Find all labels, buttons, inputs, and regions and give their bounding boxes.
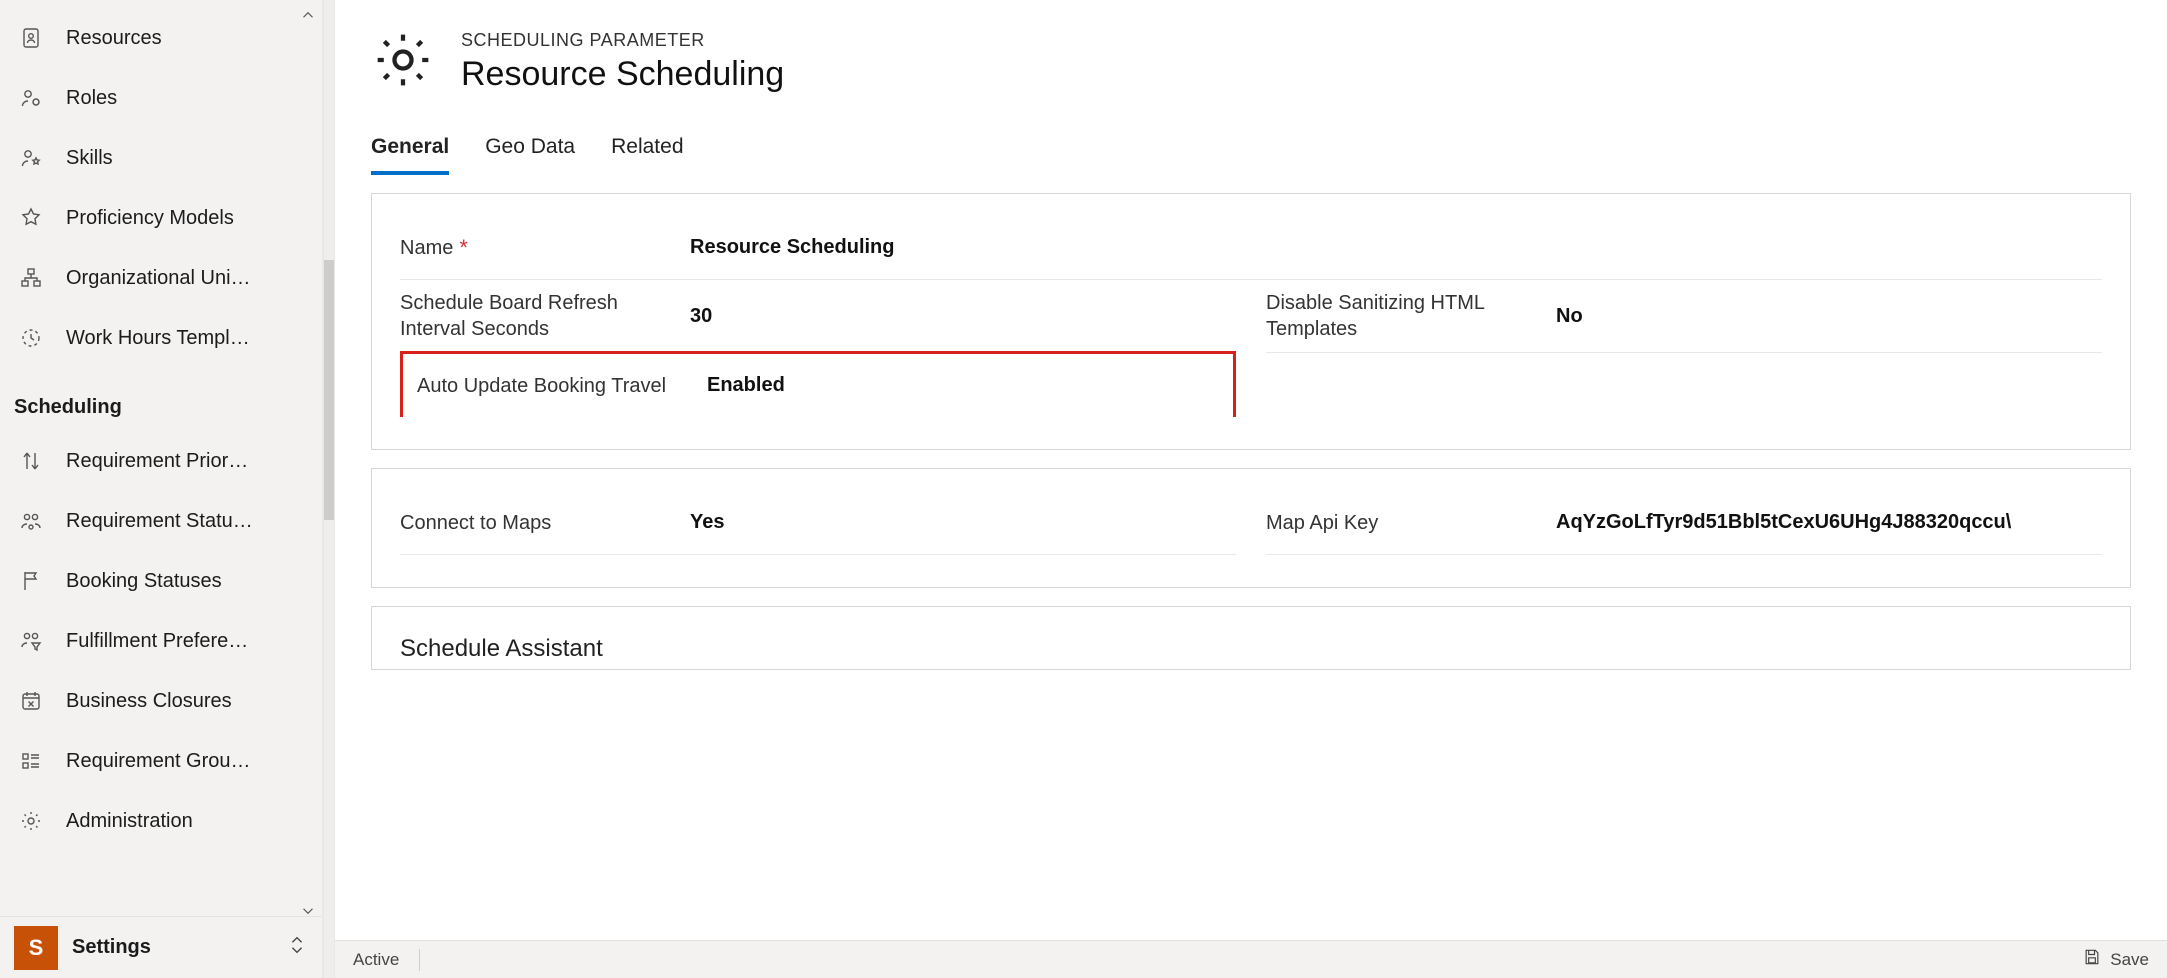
- sidebar-item-label: Requirement Prior…: [66, 450, 304, 473]
- field-disable-sanitizing[interactable]: Disable Sanitizing HTML Templates No: [1266, 280, 2102, 353]
- tab-related[interactable]: Related: [611, 135, 683, 175]
- content-scrollbar[interactable]: [324, 0, 334, 978]
- sidebar-scroll-area[interactable]: Resources Roles Skills Proficiency Model…: [0, 0, 322, 916]
- field-refresh-interval[interactable]: Schedule Board Refresh Interval Seconds …: [400, 280, 1236, 353]
- record-header: SCHEDULING PARAMETER Resource Scheduling: [371, 0, 2131, 109]
- sidebar-item-requirement-statuses[interactable]: Requirement Statu…: [0, 491, 322, 551]
- up-down-arrow-icon: [18, 448, 44, 474]
- area-name: Settings: [72, 936, 272, 959]
- sidebar-item-requirement-groups[interactable]: Requirement Grou…: [0, 731, 322, 791]
- area-letter-badge: S: [14, 926, 58, 970]
- sidebar-item-business-closures[interactable]: Business Closures: [0, 671, 322, 731]
- field-label: Disable Sanitizing HTML Templates: [1266, 290, 1556, 342]
- person-cog-icon: [18, 85, 44, 111]
- sidebar-item-resources[interactable]: Resources: [0, 8, 322, 68]
- save-label: Save: [2110, 950, 2149, 970]
- sidebar-item-label: Requirement Grou…: [66, 750, 304, 773]
- field-value[interactable]: AqYzGoLfTyr9d51Bbl5tCexU6UHg4J88320qccu\: [1556, 511, 2102, 534]
- gear-icon: [18, 808, 44, 834]
- sidebar-section-scheduling: Scheduling: [0, 368, 322, 431]
- clock-dashed-icon: [18, 325, 44, 351]
- flag-icon: [18, 568, 44, 594]
- field-label: Name *: [400, 235, 690, 261]
- sidebar-item-label: Resources: [66, 27, 304, 50]
- sidebar-item-skills[interactable]: Skills: [0, 128, 322, 188]
- field-label: Map Api Key: [1266, 510, 1556, 536]
- area-switcher[interactable]: S Settings: [0, 916, 322, 978]
- requirement-list-icon: [18, 748, 44, 774]
- form-tabs: General Geo Data Related: [371, 109, 2131, 175]
- status-bar: Active Save: [335, 940, 2167, 978]
- sidebar-item-requirement-priorities[interactable]: Requirement Prior…: [0, 431, 322, 491]
- panel-maps: Connect to Maps Yes Map Api Key AqYzGoLf…: [371, 468, 2131, 588]
- field-connect-to-maps[interactable]: Connect to Maps Yes: [400, 491, 1236, 555]
- star-icon: [18, 205, 44, 231]
- field-value[interactable]: Enabled: [707, 374, 1219, 397]
- people-status-icon: [18, 508, 44, 534]
- panel-general: Name * Resource Scheduling Schedule Boar…: [371, 193, 2131, 450]
- scrollbar-thumb[interactable]: [324, 260, 334, 520]
- sidebar-item-label: Requirement Statu…: [66, 510, 304, 533]
- person-star-icon: [18, 145, 44, 171]
- tab-geo-data[interactable]: Geo Data: [485, 135, 575, 175]
- required-asterisk-icon: *: [459, 237, 468, 259]
- record-gear-icon: [371, 28, 435, 97]
- people-filter-icon: [18, 628, 44, 654]
- section-heading-schedule-assistant: Schedule Assistant: [400, 629, 2102, 663]
- tab-general[interactable]: General: [371, 135, 449, 175]
- sidebar-item-label: Skills: [66, 147, 304, 170]
- sidebar-scroll-down[interactable]: [297, 900, 319, 922]
- app-shell: Resources Roles Skills Proficiency Model…: [0, 0, 2167, 978]
- field-map-api-key[interactable]: Map Api Key AqYzGoLfTyr9d51Bbl5tCexU6UHg…: [1266, 491, 2102, 555]
- clipboard-person-icon: [18, 25, 44, 51]
- record-status: Active: [353, 950, 399, 970]
- save-icon: [2082, 947, 2102, 972]
- sidebar-item-label: Organizational Uni…: [66, 267, 304, 290]
- sidebar-item-label: Booking Statuses: [66, 570, 304, 593]
- sidebar-item-label: Administration: [66, 810, 304, 833]
- record-entity-label: SCHEDULING PARAMETER: [461, 30, 784, 51]
- area-switcher-chevrons-icon: [286, 934, 308, 962]
- sidebar-item-fulfillment-preferences[interactable]: Fulfillment Prefere…: [0, 611, 322, 671]
- sidebar-scroll-up[interactable]: [297, 4, 319, 26]
- panel-schedule-assistant: Schedule Assistant: [371, 606, 2131, 670]
- sidebar-item-booking-statuses[interactable]: Booking Statuses: [0, 551, 322, 611]
- field-label: Connect to Maps: [400, 510, 690, 536]
- field-empty: [1266, 353, 2102, 417]
- sidebar-item-label: Fulfillment Prefere…: [66, 630, 304, 653]
- field-value[interactable]: No: [1556, 305, 2102, 328]
- field-value[interactable]: 30: [690, 305, 1236, 328]
- sidebar: Resources Roles Skills Proficiency Model…: [0, 0, 324, 978]
- save-button[interactable]: Save: [2082, 947, 2149, 972]
- field-auto-update-booking-travel[interactable]: Auto Update Booking Travel Enabled: [400, 351, 1236, 417]
- statusbar-divider: [419, 949, 420, 971]
- calendar-x-icon: [18, 688, 44, 714]
- sidebar-item-label: Work Hours Templ…: [66, 327, 304, 350]
- main-area: SCHEDULING PARAMETER Resource Scheduling…: [334, 0, 2167, 978]
- field-name[interactable]: Name * Resource Scheduling: [400, 216, 2102, 280]
- sidebar-item-organizational-units[interactable]: Organizational Uni…: [0, 248, 322, 308]
- sidebar-item-roles[interactable]: Roles: [0, 68, 322, 128]
- sidebar-item-administration[interactable]: Administration: [0, 791, 322, 851]
- field-value[interactable]: Resource Scheduling: [690, 236, 2102, 259]
- field-value[interactable]: Yes: [690, 511, 1236, 534]
- sidebar-item-label: Business Closures: [66, 690, 304, 713]
- field-label: Schedule Board Refresh Interval Seconds: [400, 290, 690, 342]
- sidebar-item-label: Proficiency Models: [66, 207, 304, 230]
- sidebar-item-proficiency-models[interactable]: Proficiency Models: [0, 188, 322, 248]
- field-label: Auto Update Booking Travel: [417, 373, 707, 399]
- record-title: Resource Scheduling: [461, 55, 784, 94]
- sidebar-item-label: Roles: [66, 87, 304, 110]
- org-chart-icon: [18, 265, 44, 291]
- label-text: Name: [400, 235, 453, 261]
- main-scroll[interactable]: SCHEDULING PARAMETER Resource Scheduling…: [335, 0, 2167, 940]
- sidebar-item-work-hours-templates[interactable]: Work Hours Templ…: [0, 308, 322, 368]
